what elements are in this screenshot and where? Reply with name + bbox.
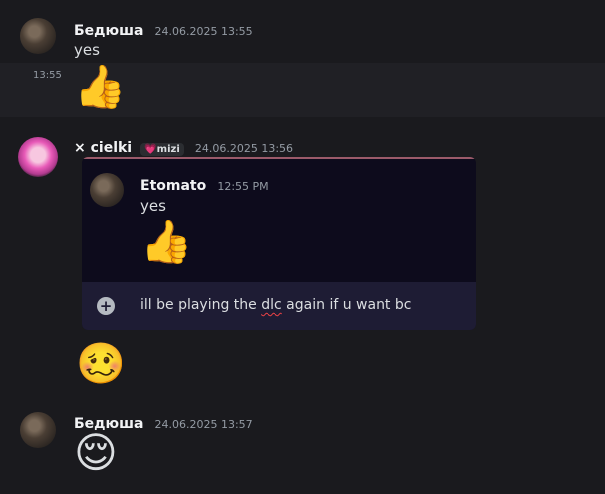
username[interactable]: × cielki	[74, 140, 132, 156]
embed-message-header: Etomato 12:55 PM	[140, 175, 269, 194]
input-text: ill be playing the dlc again if u want b…	[140, 297, 412, 313]
thumbs-up-emoji: 👍	[140, 217, 193, 266]
woozy-face-emoji[interactable]: 🥴	[76, 344, 126, 384]
thumbs-up-emoji[interactable]: 👍	[74, 66, 126, 108]
avatar[interactable]	[18, 137, 58, 177]
message-timestamp[interactable]: 24.06.2025 13:56	[195, 142, 293, 155]
message-header: Бедюша 24.06.2025 13:55	[74, 20, 253, 39]
plus-icon: +	[97, 297, 115, 315]
message-header: × cielki 💗mizi 24.06.2025 13:56	[74, 137, 293, 156]
message-timestamp[interactable]: 24.06.2025 13:57	[155, 418, 253, 431]
embed-accent-line	[82, 157, 476, 159]
message-timestamp: 12:55 PM	[217, 180, 269, 193]
username[interactable]: Бедюша	[74, 23, 143, 39]
message-input: + ill be playing the dlc again if u want…	[82, 282, 476, 330]
avatar[interactable]	[20, 412, 56, 448]
avatar[interactable]	[20, 18, 56, 54]
avatar	[90, 173, 124, 207]
guild-tag[interactable]: 💗mizi	[140, 143, 184, 156]
embedded-screenshot[interactable]: Etomato 12:55 PM yes 👍 + ill be playing …	[82, 157, 476, 330]
relieved-face-emoji[interactable]: 😌	[74, 432, 118, 474]
misspelled-word: dlc	[261, 297, 282, 313]
message-timestamp[interactable]: 24.06.2025 13:55	[155, 25, 253, 38]
message-text: yes	[140, 197, 166, 215]
username: Etomato	[140, 178, 207, 194]
message-text: yes	[74, 41, 100, 59]
side-timestamp[interactable]: 13:55	[33, 70, 62, 81]
